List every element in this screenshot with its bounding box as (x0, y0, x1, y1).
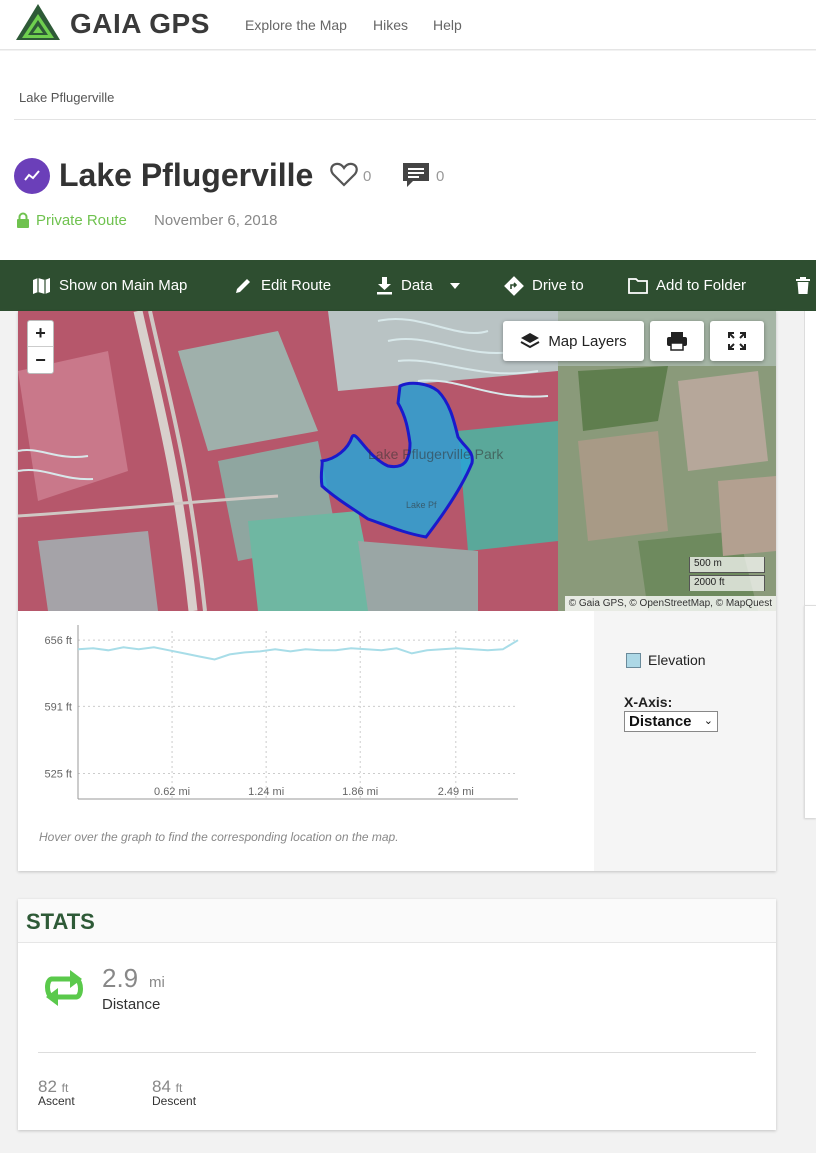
add-to-folder-label: Add to Folder (656, 277, 747, 294)
comment-count: 0 (436, 168, 445, 185)
page: GAIA GPS Explore the Map Hikes Help Lake… (0, 0, 816, 1153)
fullscreen-icon (728, 332, 746, 350)
x-tick-label: 1.24 mi (248, 786, 284, 798)
x-axis-select[interactable]: Distance ⌄ (624, 711, 718, 732)
divider (38, 1052, 756, 1053)
distance-value: 2.9 (102, 963, 139, 993)
y-tick-label: 591 ft (44, 701, 72, 713)
legend-label[interactable]: Elevation (648, 652, 706, 668)
map-card: Lake Pflugerville Park Lake Pf + − Map L… (18, 311, 776, 871)
add-to-folder-button[interactable]: Add to Folder (628, 260, 746, 311)
heart-icon[interactable] (330, 161, 358, 187)
route-type-icon (14, 158, 50, 194)
map-layers-label: Map Layers (548, 332, 627, 350)
scale-metric: 500 m (689, 557, 765, 573)
folder-icon (628, 278, 648, 294)
chart-hint: Hover over the graph to find the corresp… (39, 830, 399, 844)
scale-imperial: 2000 ft (689, 575, 765, 591)
x-tick-label: 1.86 mi (342, 786, 378, 798)
distance-arrows-icon (45, 970, 83, 1006)
print-button[interactable] (650, 321, 704, 361)
elevation-line (77, 639, 519, 661)
park-label: Lake Pflugerville Park (368, 446, 504, 462)
distance-label: Distance (102, 996, 161, 1013)
drive-to-label: Drive to (532, 277, 584, 294)
chevron-down-icon: ⌄ (703, 715, 713, 727)
page-title: Lake Pflugerville (59, 157, 314, 193)
chart-legend-panel: Elevation X-Axis: Distance ⌄ (594, 611, 776, 871)
zoom-out-button[interactable]: − (28, 347, 53, 373)
elevation-chart-svg[interactable]: 656 ft 591 ft 525 ft 0.62 mi 1.24 mi 1.86 mi 2… (18, 611, 594, 841)
printer-icon (667, 332, 687, 351)
route-map[interactable]: Lake Pflugerville Park Lake Pf + − Map L… (18, 311, 776, 611)
directions-icon (504, 275, 524, 296)
x-tick-label: 0.62 mi (154, 786, 190, 798)
top-nav: GAIA GPS Explore the Map Hikes Help (0, 0, 816, 50)
delete-button[interactable] (795, 260, 816, 311)
show-on-main-map-label: Show on Main Map (59, 277, 188, 294)
zoom-in-button[interactable]: + (28, 321, 53, 347)
pencil-icon (236, 279, 250, 293)
edit-route-label: Edit Route (261, 277, 332, 294)
privacy-status[interactable]: Private Route (36, 212, 127, 229)
data-label: Data (401, 277, 433, 294)
distance-unit: mi (149, 974, 165, 991)
layers-icon (520, 333, 540, 349)
descent-label: Descent (152, 1094, 197, 1108)
lake-label: Lake Pf (406, 500, 437, 510)
map-attribution[interactable]: © Gaia GPS, © OpenStreetMap, © MapQuest (564, 596, 776, 611)
gaia-logo-icon[interactable] (14, 2, 62, 44)
edit-route-button[interactable]: Edit Route (234, 260, 331, 311)
stats-card: STATS 2.9 mi Distance 82 ft Ascent 84 ft… (18, 899, 776, 1130)
side-panel-edge (804, 605, 816, 818)
nav-link-help[interactable]: Help (433, 17, 462, 33)
nav-link-hikes[interactable]: Hikes (373, 17, 408, 33)
x-axis-select-value: Distance (629, 713, 692, 730)
like-count: 0 (363, 168, 372, 185)
x-tick-label: 2.49 mi (438, 786, 474, 798)
y-tick-label: 656 ft (44, 635, 72, 647)
divider (14, 119, 816, 120)
zoom-control: + − (27, 320, 54, 374)
x-axis-label: X-Axis: (624, 694, 673, 710)
side-panel-edge (804, 311, 816, 605)
brand-name[interactable]: GAIA GPS (70, 8, 210, 40)
caret-down-icon (449, 282, 460, 289)
ascent-unit: ft (61, 1081, 69, 1095)
nav-link-explore[interactable]: Explore the Map (245, 17, 347, 33)
route-toolbar: Show on Main Map Edit Route Data Drive t… (0, 260, 816, 311)
scale-bar: 500 m 2000 ft (689, 557, 765, 593)
comment-icon[interactable] (401, 161, 431, 189)
show-on-main-map-button[interactable]: Show on Main Map (32, 260, 187, 311)
drive-to-button[interactable]: Drive to (504, 260, 584, 311)
breadcrumb[interactable]: Lake Pflugerville (19, 90, 114, 105)
stats-title: STATS (26, 909, 95, 934)
map-layers-button[interactable]: Map Layers (503, 321, 644, 361)
trash-icon (796, 277, 810, 294)
descent-unit: ft (175, 1081, 183, 1095)
route-date: November 6, 2018 (154, 212, 278, 229)
route-header: Lake Pflugerville Lake Pflugerville 0 0 … (0, 51, 816, 260)
fullscreen-button[interactable] (710, 321, 764, 361)
stats-header: STATS (18, 899, 776, 943)
y-tick-label: 525 ft (44, 769, 72, 781)
legend-swatch (626, 653, 641, 668)
data-dropdown-button[interactable]: Data (376, 260, 461, 311)
map-icon (33, 277, 50, 294)
download-icon (377, 277, 392, 295)
ascent-label: Ascent (38, 1094, 75, 1108)
lock-icon (17, 212, 29, 228)
